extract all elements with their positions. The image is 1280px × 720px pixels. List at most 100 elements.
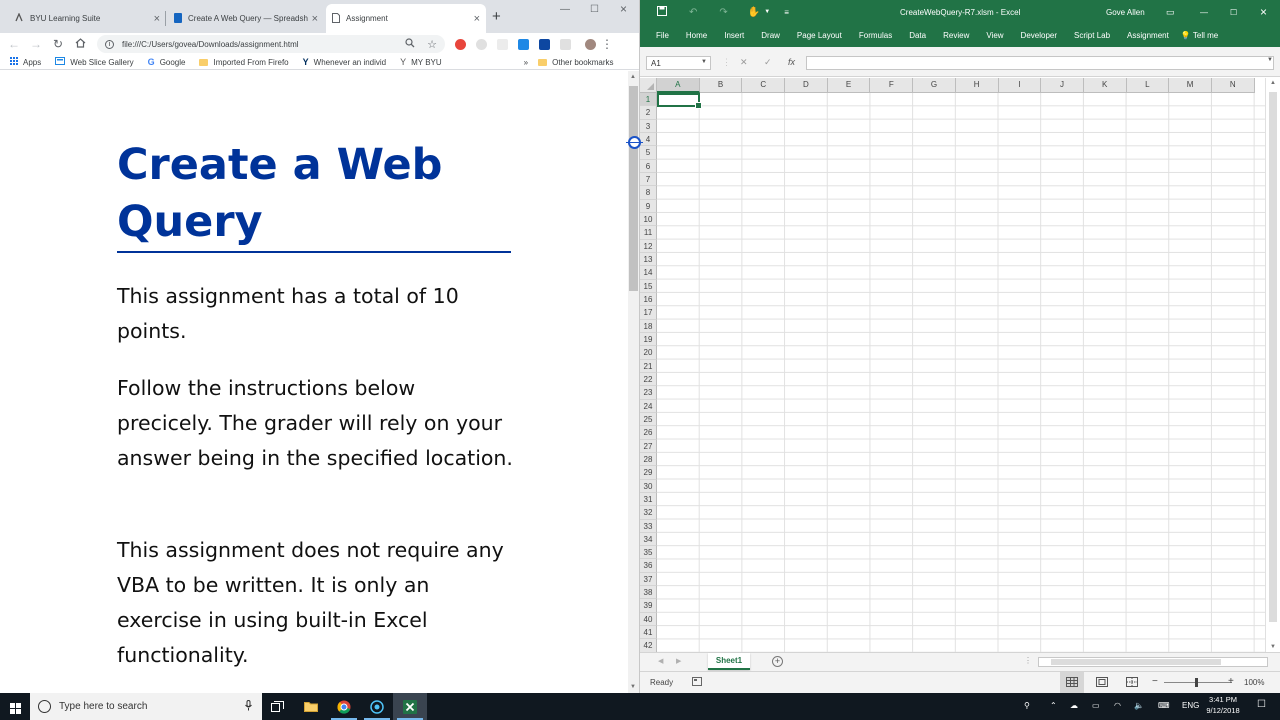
row-header-3[interactable]: 3 xyxy=(640,119,657,133)
close-tab-icon[interactable]: × xyxy=(312,13,318,25)
column-header-e[interactable]: E xyxy=(827,78,871,93)
row-header-4[interactable]: 4 xyxy=(640,132,657,147)
row-header-41[interactable]: 41 xyxy=(640,626,657,640)
page-break-view-icon[interactable] xyxy=(1126,677,1138,689)
ribbon-tab-data[interactable]: Data xyxy=(909,31,926,40)
close-window-icon[interactable]: × xyxy=(620,2,627,16)
zoom-slider-thumb[interactable] xyxy=(1195,678,1198,687)
column-header-b[interactable]: B xyxy=(699,78,743,93)
scrollbar-thumb[interactable] xyxy=(629,86,638,291)
scroll-down-icon[interactable]: ▼ xyxy=(1270,644,1276,650)
ribbon-tab-developer[interactable]: Developer xyxy=(1021,31,1057,40)
star-icon[interactable]: ☆ xyxy=(427,38,437,51)
column-header-g[interactable]: G xyxy=(913,78,956,93)
browser-tab-assignment[interactable]: Assignment × xyxy=(326,4,486,33)
row-header-20[interactable]: 20 xyxy=(640,346,657,360)
maximize-icon[interactable]: ☐ xyxy=(1230,8,1237,17)
extension-doc-icon[interactable] xyxy=(497,38,508,50)
menu-icon[interactable]: ⋮ xyxy=(600,37,614,51)
confirm-entry-icon[interactable]: ✓ xyxy=(764,57,772,68)
row-header-23[interactable]: 23 xyxy=(640,386,657,400)
zoom-out-icon[interactable]: − xyxy=(1152,676,1158,687)
ribbon-tab-page-layout[interactable]: Page Layout xyxy=(797,31,842,40)
sheet-horizontal-scrollbar[interactable] xyxy=(1038,657,1268,667)
chrome-icon[interactable] xyxy=(327,693,361,720)
ribbon-display-icon[interactable]: ▭ xyxy=(1166,7,1175,18)
column-header-f[interactable]: F xyxy=(870,78,914,93)
row-header-6[interactable]: 6 xyxy=(640,159,657,173)
tab-split-handle-icon[interactable]: ⋮ xyxy=(1024,656,1032,665)
row-header-25[interactable]: 25 xyxy=(640,412,657,427)
expand-formula-bar-icon[interactable]: ▼ xyxy=(1267,57,1273,63)
column-header-i[interactable]: I xyxy=(998,78,1042,93)
column-header-c[interactable]: C xyxy=(742,78,786,93)
tell-me-box[interactable]: 💡 Tell me xyxy=(1181,31,1218,40)
row-header-8[interactable]: 8 xyxy=(640,186,657,200)
column-header-l[interactable]: L xyxy=(1126,78,1170,93)
minimize-icon[interactable]: — xyxy=(1200,8,1208,17)
bookmark-google[interactable]: G Google xyxy=(148,57,186,67)
scroll-down-icon[interactable]: ▼ xyxy=(630,684,636,690)
zoom-in-icon[interactable]: + xyxy=(1228,676,1234,687)
row-header-10[interactable]: 10 xyxy=(640,212,657,227)
extension-red-icon[interactable] xyxy=(455,38,466,50)
ribbon-tab-script-lab[interactable]: Script Lab xyxy=(1074,31,1110,40)
other-bookmarks[interactable]: Other bookmarks xyxy=(538,58,613,67)
row-header-14[interactable]: 14 xyxy=(640,266,657,280)
info-icon[interactable]: i xyxy=(105,39,114,49)
scroll-up-icon[interactable]: ▲ xyxy=(630,74,636,80)
taskbar-search-box[interactable]: Type here to search xyxy=(30,693,262,720)
ribbon-tab-review[interactable]: Review xyxy=(943,31,969,40)
column-header-n[interactable]: N xyxy=(1211,78,1255,93)
microphone-icon[interactable] xyxy=(245,699,252,714)
language-indicator[interactable]: ENG xyxy=(1182,701,1199,710)
browser-tab-learning-suite[interactable]: BYU Learning Suite × xyxy=(8,4,166,33)
close-tab-icon[interactable]: × xyxy=(474,13,480,25)
browser-tab-create-web-query[interactable]: Create A Web Query — Spreadsheet × xyxy=(168,4,324,33)
extension-grey-icon[interactable] xyxy=(476,38,487,50)
address-bar[interactable]: i file:///C:/Users/govea/Downloads/assig… xyxy=(97,35,445,53)
cancel-entry-icon[interactable]: ✕ xyxy=(740,57,748,68)
row-header-38[interactable]: 38 xyxy=(640,586,657,600)
row-header-17[interactable]: 17 xyxy=(640,306,657,320)
active-cell-a1[interactable] xyxy=(657,93,702,109)
row-header-33[interactable]: 33 xyxy=(640,519,657,533)
row-header-29[interactable]: 29 xyxy=(640,466,657,480)
normal-view-button[interactable] xyxy=(1060,672,1084,693)
extension-light-icon[interactable] xyxy=(560,38,571,50)
add-sheet-icon[interactable]: + xyxy=(772,656,783,667)
ribbon-tab-file[interactable]: File xyxy=(656,31,669,40)
row-header-32[interactable]: 32 xyxy=(640,506,657,520)
show-hidden-icons-icon[interactable]: ⌃ xyxy=(1050,701,1057,710)
page-scrollbar[interactable]: ▲ ▼ xyxy=(628,71,639,693)
ribbon-tab-home[interactable]: Home xyxy=(686,31,707,40)
row-header-15[interactable]: 15 xyxy=(640,279,657,293)
minimize-icon[interactable]: — xyxy=(560,4,570,15)
sheet-vertical-scrollbar[interactable]: ▲ ▼ xyxy=(1265,78,1280,652)
scrollbar-thumb[interactable] xyxy=(1051,659,1221,665)
action-center-icon[interactable]: ☐ xyxy=(1257,699,1266,710)
row-header-18[interactable]: 18 xyxy=(640,319,657,333)
profile-avatar[interactable] xyxy=(585,38,596,50)
row-header-26[interactable]: 26 xyxy=(640,426,657,440)
ribbon-tab-draw[interactable]: Draw xyxy=(761,31,780,40)
home-icon[interactable] xyxy=(69,37,91,51)
insert-function-icon[interactable]: fx xyxy=(788,57,795,67)
row-header-31[interactable]: 31 xyxy=(640,492,657,507)
cells-area[interactable] xyxy=(657,93,1269,652)
zoom-level[interactable]: 100% xyxy=(1244,678,1264,687)
row-header-28[interactable]: 28 xyxy=(640,452,657,467)
bookmark-web-slice-gallery[interactable]: Web Slice Gallery xyxy=(55,57,134,67)
new-tab-button[interactable]: + xyxy=(492,8,501,25)
zoom-slider[interactable] xyxy=(1164,678,1232,687)
column-header-m[interactable]: M xyxy=(1169,78,1212,93)
close-tab-icon[interactable]: × xyxy=(154,13,160,25)
reload-icon[interactable]: ↻ xyxy=(47,37,69,51)
row-header-5[interactable]: 5 xyxy=(640,146,657,160)
extension-blue-icon[interactable] xyxy=(518,38,529,50)
more-bookmarks-button[interactable]: » xyxy=(524,58,528,67)
row-header-13[interactable]: 13 xyxy=(640,252,657,267)
chevron-down-icon[interactable]: ▼ xyxy=(764,9,770,15)
row-header-42[interactable]: 42 xyxy=(640,639,657,652)
scroll-up-icon[interactable]: ▲ xyxy=(1270,80,1276,86)
